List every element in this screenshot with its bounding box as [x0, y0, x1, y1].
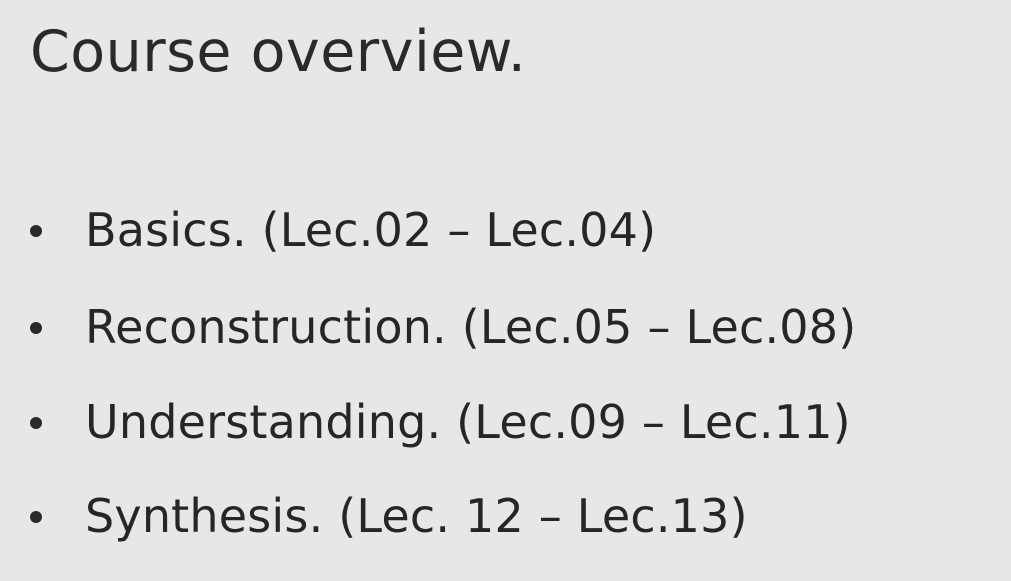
bullet-text: Understanding. (Lec.09 – Lec.11) — [85, 395, 851, 449]
bullet-text: Reconstruction. (Lec.05 – Lec.08) — [85, 300, 857, 354]
bullet-text: Basics. (Lec.02 – Lec.04) — [85, 203, 657, 257]
bullet-icon — [30, 225, 42, 237]
bullet-text: Synthesis. (Lec. 12 – Lec.13) — [85, 489, 748, 543]
list-item: Synthesis. (Lec. 12 – Lec.13) — [30, 486, 748, 546]
bullet-list: Basics. (Lec.02 – Lec.04) Reconstruction… — [0, 0, 1011, 581]
bullet-icon — [30, 322, 42, 334]
slide: Course overview. Basics. (Lec.02 – Lec.0… — [0, 0, 1011, 581]
bullet-icon — [30, 511, 42, 523]
list-item: Basics. (Lec.02 – Lec.04) — [30, 200, 656, 260]
bullet-icon — [30, 417, 42, 429]
list-item: Reconstruction. (Lec.05 – Lec.08) — [30, 297, 856, 357]
list-item: Understanding. (Lec.09 – Lec.11) — [30, 392, 851, 452]
